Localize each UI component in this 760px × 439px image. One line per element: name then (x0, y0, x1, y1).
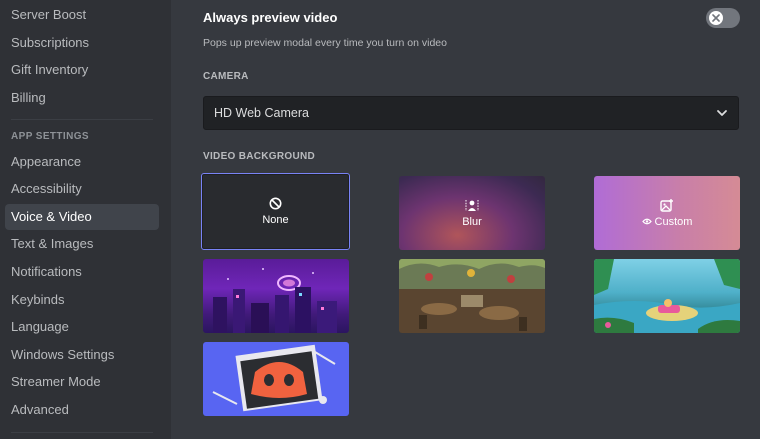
sidebar-section-header: APP SETTINGS (11, 131, 89, 142)
toggle-off-icon (709, 11, 723, 25)
always-preview-description: Pops up preview modal every time you tur… (203, 37, 447, 49)
city-scene-image (213, 268, 337, 333)
blur-person-icon (465, 199, 479, 212)
sidebar-divider-bottom (11, 432, 153, 433)
sidebar-item-gift-inventory[interactable]: Gift Inventory (5, 57, 159, 83)
background-custom-label: Custom (654, 215, 693, 228)
camera-section-title: CAMERA (203, 71, 249, 82)
chevron-down-icon (716, 108, 728, 118)
sidebar-item-subscriptions[interactable]: Subscriptions (5, 30, 159, 56)
beach-scene-image (594, 259, 740, 333)
sidebar-item-notifications[interactable]: Notifications (5, 259, 159, 285)
sidebar-item-billing[interactable]: Billing (5, 85, 159, 111)
background-blur-label: Blur (462, 215, 482, 228)
sidebar-item-text-images[interactable]: Text & Images (5, 231, 159, 257)
sidebar-item-language[interactable]: Language (5, 314, 159, 340)
sidebar-item-keybinds[interactable]: Keybinds (5, 287, 159, 313)
background-preset-beach[interactable] (594, 259, 740, 333)
settings-sidebar: Server Boost Subscriptions Gift Inventor… (0, 0, 171, 439)
clyde-scene-image (212, 344, 336, 412)
cafe-scene-image (399, 259, 545, 333)
background-preset-clyde[interactable] (203, 342, 349, 416)
sidebar-item-streamer-mode[interactable]: Streamer Mode (5, 369, 159, 395)
camera-select[interactable]: HD Web Camera (203, 96, 739, 130)
sidebar-item-server-boost[interactable]: Server Boost (5, 2, 159, 28)
prohibited-icon (269, 197, 282, 210)
background-preset-city[interactable] (203, 259, 349, 333)
background-option-custom[interactable]: Custom (594, 176, 740, 250)
boost-gem-icon (641, 217, 652, 226)
background-preset-cafe[interactable] (399, 259, 545, 333)
image-add-icon (660, 198, 674, 212)
always-preview-title: Always preview video (203, 10, 338, 25)
sidebar-item-voice-video[interactable]: Voice & Video (5, 204, 159, 230)
sidebar-item-windows-settings[interactable]: Windows Settings (5, 342, 159, 368)
background-option-blur[interactable]: Blur (399, 176, 545, 250)
always-preview-toggle[interactable] (706, 8, 740, 28)
sidebar-item-advanced[interactable]: Advanced (5, 397, 159, 423)
sidebar-item-accessibility[interactable]: Accessibility (5, 176, 159, 202)
sidebar-item-appearance[interactable]: Appearance (5, 149, 159, 175)
background-none-label: None (262, 214, 289, 226)
voice-video-settings: Always preview video Pops up preview mod… (171, 0, 760, 439)
camera-selected-value: HD Web Camera (214, 106, 309, 120)
video-background-section-title: VIDEO BACKGROUND (203, 151, 316, 162)
sidebar-divider (11, 119, 153, 120)
background-option-none[interactable]: None (201, 173, 350, 250)
